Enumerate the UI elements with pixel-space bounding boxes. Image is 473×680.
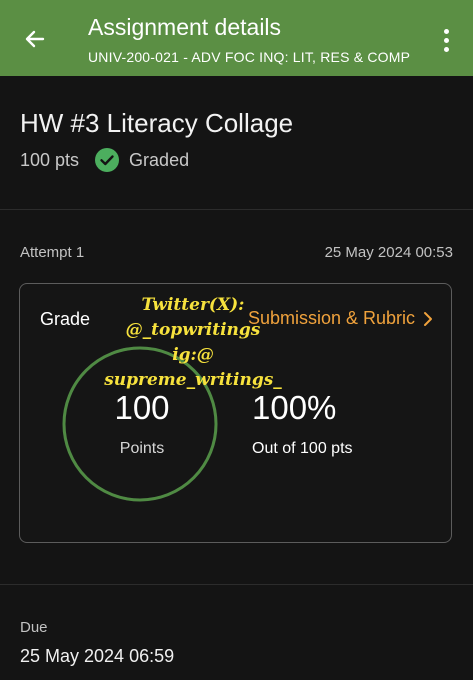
out-of-label: Out of 100 pts xyxy=(252,440,353,457)
grade-heading: Grade xyxy=(40,309,91,329)
points-possible: 100 pts xyxy=(20,149,80,170)
chevron-right-icon xyxy=(424,311,432,326)
check-circle-icon xyxy=(95,148,120,172)
page-title: Assignment details xyxy=(88,14,282,40)
attempt-label: Attempt 1 xyxy=(20,244,85,261)
divider xyxy=(0,584,473,585)
submission-rubric-link[interactable]: Submission & Rubric xyxy=(248,308,433,329)
more-vertical-icon xyxy=(443,28,449,34)
percent-value: 100% xyxy=(252,389,337,426)
grade-card: Grade Submission & Rubric 100 Points 100… xyxy=(19,283,452,543)
due-date: 25 May 2024 06:59 xyxy=(20,646,175,666)
points-label: Points xyxy=(119,440,165,457)
status-badge: Graded xyxy=(129,149,190,170)
assignment-title: HW #3 Literacy Collage xyxy=(20,108,294,138)
divider xyxy=(0,209,473,210)
back-button[interactable] xyxy=(18,22,52,56)
due-label: Due xyxy=(20,619,48,636)
assignment-meta: 100 pts Graded xyxy=(20,147,189,173)
submission-rubric-label: Submission & Rubric xyxy=(247,308,415,328)
app-bar: Assignment details UNIV-200-021 - ADV FO… xyxy=(0,0,473,76)
attempt-date: 25 May 2024 00:53 xyxy=(324,244,453,261)
course-subtitle: UNIV-200-021 - ADV FOC INQ: LIT, RES & C… xyxy=(88,49,411,65)
points-value: 100 xyxy=(114,389,170,426)
arrow-left-icon xyxy=(25,30,45,48)
more-options-button[interactable] xyxy=(436,24,456,56)
